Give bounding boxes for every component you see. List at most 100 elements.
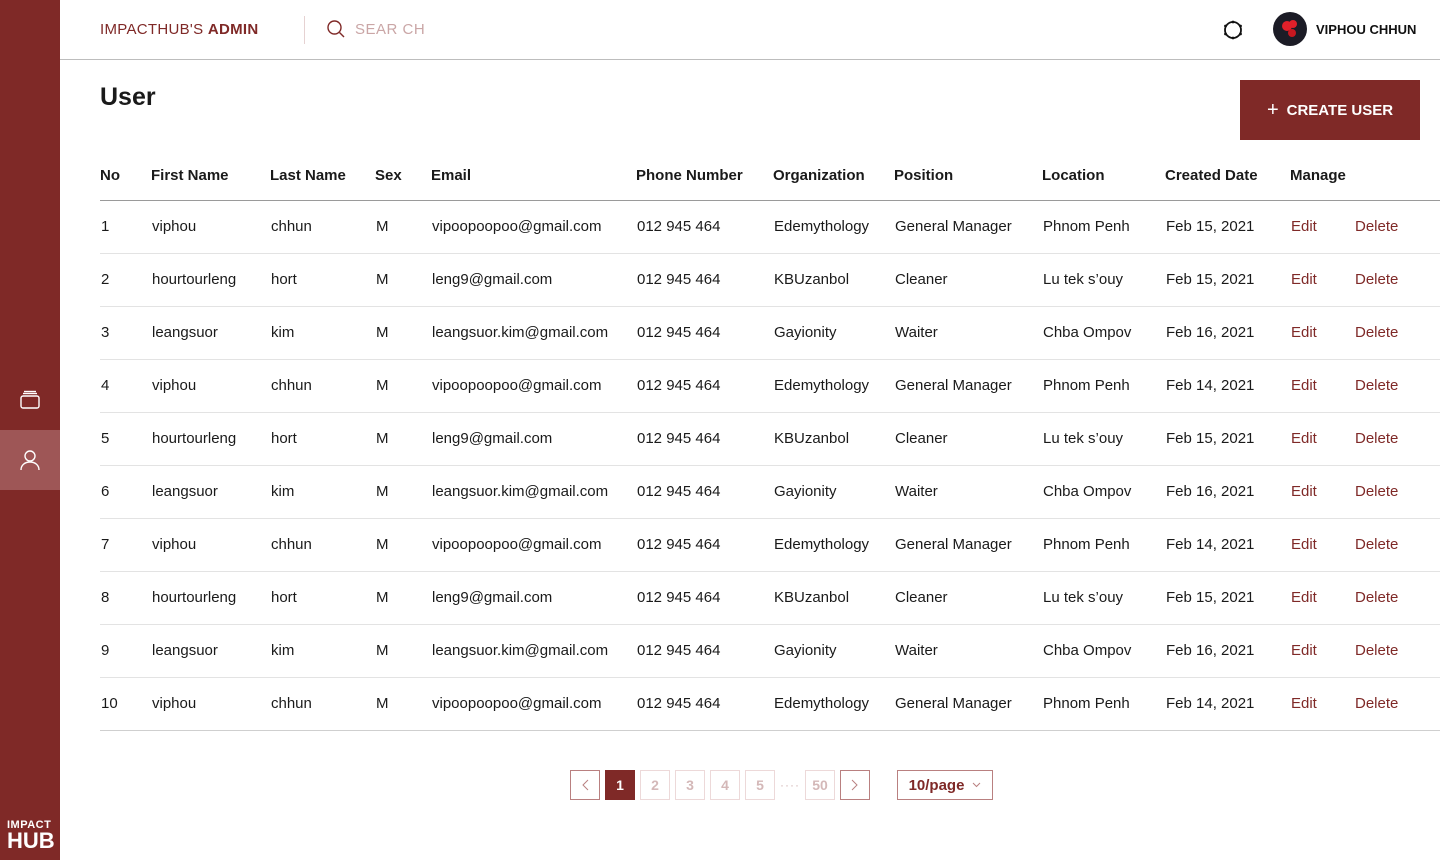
column-header-created-date[interactable]: Created Date [1165,167,1258,184]
cell-location: Lu tek s’ouy [1043,430,1124,447]
column-header-manage[interactable]: Manage [1290,167,1346,184]
delete-link[interactable]: Delete [1355,483,1398,500]
column-header-organization[interactable]: Organization [773,167,865,184]
page-button[interactable]: 3 [675,770,705,800]
page-button[interactable]: 2 [640,770,670,800]
delete-link[interactable]: Delete [1355,324,1398,341]
table-row: 9 leangsuor kim Mleangsuor.kim@gmail.com 012… [100,625,1440,678]
column-header-location[interactable]: Location [1042,167,1105,184]
cell-no: 9 [101,642,110,659]
edit-link[interactable]: Edit [1291,642,1317,659]
cell-sex: M [376,536,389,553]
cell-first-name: leangsuor [152,324,218,341]
cell-phone: 012 945 464 [637,695,721,712]
cell-phone: 012 945 464 [637,324,721,341]
table-row: 8 hourtourleng hort Mleng9@gmail.com 012 945… [100,572,1440,625]
edit-link[interactable]: Edit [1291,324,1317,341]
column-header-email[interactable]: Email [431,167,471,184]
cell-sex: M [376,642,389,659]
column-header-last-name[interactable]: Last Name [270,167,346,184]
cell-no: 5 [101,430,110,447]
sidebar-item-users[interactable] [0,430,60,490]
cell-position: General Manager [895,218,1012,235]
delete-link[interactable]: Delete [1355,695,1398,712]
cell-phone: 012 945 464 [637,642,721,659]
search-box[interactable] [326,19,555,39]
page-button[interactable]: 1 [605,770,635,800]
page-button-last[interactable]: 50 [804,770,835,800]
page-button[interactable]: 4 [710,770,740,800]
table-row: 1 viphou chhun Mvipoopoopoo@gmail.com 012 94… [100,201,1440,254]
cell-first-name: viphou [152,218,197,235]
delete-link[interactable]: Delete [1355,589,1398,606]
cell-first-name: viphou [152,536,197,553]
edit-link[interactable]: Edit [1291,271,1317,288]
column-header-phone[interactable]: Phone Number [636,167,743,184]
cell-last-name: chhun [271,377,312,394]
cell-created-date: Feb 15, 2021 [1166,589,1255,606]
table-row: 7 viphou chhun Mvipoopoopoo@gmail.com 012 94… [100,519,1440,572]
cell-first-name: viphou [152,695,197,712]
next-page-button[interactable] [839,770,870,800]
cell-created-date: Feb 16, 2021 [1166,324,1255,341]
delete-link[interactable]: Delete [1355,642,1398,659]
search-input[interactable] [355,20,555,38]
delete-link[interactable]: Delete [1355,377,1398,394]
cell-organization: Gayionity [774,324,837,341]
logo-bottom: HUB [7,828,55,853]
brand-bold: ADMIN [207,21,259,38]
edit-link[interactable]: Edit [1291,218,1317,235]
cell-last-name: hort [271,271,297,288]
cell-organization: KBUzanbol [774,271,850,288]
table-row: 4 viphou chhun Mvipoopoopoo@gmail.com 012 94… [100,360,1440,413]
cell-organization: KBUzanbol [774,589,850,606]
cell-position: Cleaner [895,589,948,606]
per-page-value: 10/page [908,776,965,794]
cell-first-name: leangsuor [152,483,218,500]
per-page-select[interactable]: 10/page [897,770,993,800]
cell-created-date: Feb 16, 2021 [1166,483,1255,500]
edit-link[interactable]: Edit [1291,430,1317,447]
edit-link[interactable]: Edit [1291,483,1317,500]
delete-link[interactable]: Delete [1355,271,1398,288]
column-header-first-name[interactable]: First Name [151,167,229,184]
cell-no: 6 [101,483,110,500]
pagination-ellipsis: ···· [780,778,800,792]
settings-icon[interactable] [1222,19,1244,41]
create-user-button[interactable]: + CREATE USER [1240,80,1420,140]
column-header-position[interactable]: Position [894,167,953,184]
column-header-sex[interactable]: Sex [375,167,402,184]
user-menu[interactable]: VIPHOU CHHUN [1273,12,1416,46]
edit-link[interactable]: Edit [1291,377,1317,394]
user-icon [20,450,40,471]
prev-page-button[interactable] [570,770,600,800]
cell-organization: Edemythology [774,536,870,553]
create-user-label: CREATE USER [1286,101,1394,119]
cell-first-name: hourtourleng [152,271,237,288]
cell-sex: M [376,695,389,712]
cell-last-name: hort [271,589,297,606]
cell-position: Cleaner [895,271,948,288]
cell-email: leng9@gmail.com [432,271,553,288]
sidebar-item-cards[interactable] [0,370,60,430]
chevron-left-icon [581,779,588,791]
cell-sex: M [376,377,389,394]
cell-organization: KBUzanbol [774,430,850,447]
column-header-no[interactable]: No [100,167,120,184]
page-button[interactable]: 5 [745,770,775,800]
cell-last-name: kim [271,324,295,341]
cell-organization: Edemythology [774,218,870,235]
edit-link[interactable]: Edit [1291,589,1317,606]
plus-icon: + [1266,99,1279,121]
cell-phone: 012 945 464 [637,536,721,553]
delete-link[interactable]: Delete [1355,536,1398,553]
cell-location: Phnom Penh [1043,377,1130,394]
cell-sex: M [376,589,389,606]
cell-location: Chba Ompov [1043,324,1132,341]
delete-link[interactable]: Delete [1355,218,1398,235]
cell-no: 7 [101,536,110,553]
edit-link[interactable]: Edit [1291,536,1317,553]
cell-email: leng9@gmail.com [432,430,553,447]
edit-link[interactable]: Edit [1291,695,1317,712]
delete-link[interactable]: Delete [1355,430,1398,447]
